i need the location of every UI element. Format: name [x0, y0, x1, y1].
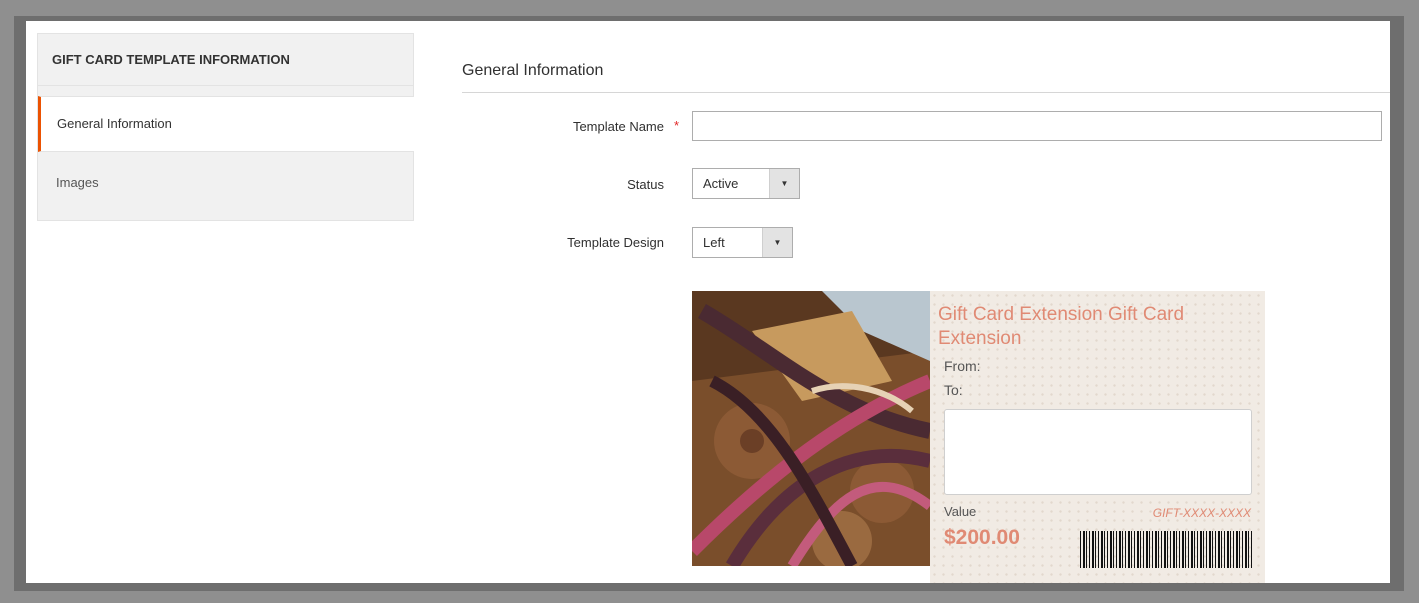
- template-name-input[interactable]: [692, 111, 1382, 141]
- chevron-down-icon: ▼: [769, 169, 799, 198]
- gift-code: GIFT-XXXX-XXXX: [1152, 506, 1251, 520]
- sidebar-item-label: General Information: [57, 116, 172, 131]
- status-label: Status: [627, 177, 664, 192]
- chevron-down-icon: ▼: [762, 228, 792, 257]
- gift-ribbon-image: [692, 291, 930, 566]
- section-title: General Information: [462, 62, 604, 79]
- sidebar-title: GIFT CARD TEMPLATE INFORMATION: [38, 34, 413, 86]
- to-label: To:: [944, 382, 963, 398]
- barcode-icon: [1080, 531, 1252, 568]
- gift-card-preview: Gift Card Extension Gift Card Extension …: [692, 291, 1265, 583]
- sidebar-item-label: Images: [56, 175, 99, 190]
- template-design-select[interactable]: Left ▼: [692, 227, 793, 258]
- gift-card-photo: [692, 291, 930, 566]
- template-design-selected-value: Left: [703, 235, 725, 250]
- status-selected-value: Active: [703, 176, 739, 191]
- gift-card-title: Gift Card Extension Gift Card Extension: [938, 304, 1185, 349]
- sidebar-item-general-information[interactable]: General Information: [38, 96, 414, 152]
- sidebar-item-images[interactable]: Images: [38, 169, 414, 225]
- from-label: From:: [944, 358, 981, 374]
- template-name-label: Template Name: [572, 119, 664, 134]
- required-mark: *: [674, 118, 680, 133]
- message-box: [944, 409, 1252, 495]
- page: GIFT CARD TEMPLATE INFORMATION General I…: [26, 21, 1390, 583]
- gift-card-details: Gift Card Extension Gift Card Extension …: [930, 291, 1265, 583]
- section-divider: [462, 92, 1390, 93]
- gift-value: $200.00: [944, 526, 1020, 549]
- status-select[interactable]: Active ▼: [692, 168, 800, 199]
- template-design-label: Template Design: [567, 235, 664, 250]
- sidebar: GIFT CARD TEMPLATE INFORMATION General I…: [37, 33, 414, 221]
- value-label: Value: [944, 504, 977, 519]
